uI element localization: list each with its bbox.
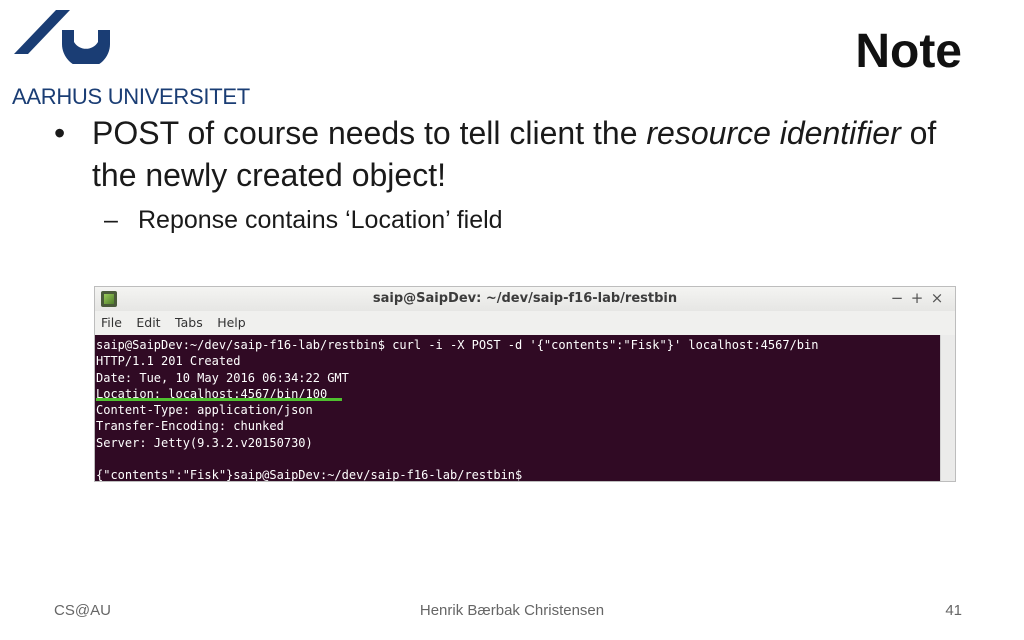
- menu-edit[interactable]: Edit: [136, 315, 160, 330]
- menu-tabs[interactable]: Tabs: [175, 315, 203, 330]
- terminal-output[interactable]: saip@SaipDev:~/dev/saip-f16-lab/restbin$…: [95, 335, 941, 482]
- slide-title: Note: [855, 25, 962, 78]
- terminal-line: Date: Tue, 10 May 2016 06:34:22 GMT: [96, 370, 349, 385]
- footer-author: Henrik Bærbak Christensen: [419, 602, 605, 619]
- terminal-window-title: saip@SaipDev: ~/dev/saip-f16-lab/restbin: [372, 291, 678, 306]
- terminal-window: saip@SaipDev: ~/dev/saip-f16-lab/restbin…: [94, 286, 956, 482]
- terminal-line: Content-Type: application/json: [96, 403, 313, 418]
- aarhus-university-logo: AARHUS UNIVERSITET: [12, 8, 252, 109]
- terminal-line: HTTP/1.1 201 Created: [96, 354, 241, 369]
- window-controls: − + ×: [887, 289, 947, 307]
- terminal-line: saip@SaipDev:~/dev/saip-f16-lab/restbin$…: [96, 338, 819, 352]
- menu-file[interactable]: File: [101, 315, 122, 330]
- bullet-text: POST of course needs to tell client the …: [92, 112, 972, 196]
- close-icon[interactable]: ×: [927, 289, 947, 307]
- location-highlight-underline: [96, 398, 342, 401]
- logo-mark-icon: [14, 10, 110, 64]
- maximize-icon[interactable]: +: [907, 289, 927, 307]
- sub-bullet-item: – Reponse contains ‘Location’ field: [104, 204, 503, 236]
- bullet-text-emphasis: resource identifier: [646, 115, 901, 151]
- page-number: 41: [945, 602, 962, 619]
- terminal-scrollbar[interactable]: [940, 335, 955, 481]
- terminal-titlebar[interactable]: saip@SaipDev: ~/dev/saip-f16-lab/restbin…: [95, 287, 955, 311]
- sub-bullet-text: Reponse contains ‘Location’ field: [138, 206, 503, 234]
- sub-bullet-marker: –: [104, 206, 118, 234]
- minimize-icon[interactable]: −: [887, 289, 907, 307]
- terminal-line: Transfer-Encoding: chunked: [96, 419, 284, 434]
- terminal-menubar: File Edit Tabs Help: [95, 311, 955, 336]
- terminal-line: Server: Jetty(9.3.2.v20150730): [96, 435, 313, 450]
- logo-text: AARHUS UNIVERSITET: [12, 84, 250, 109]
- bullet-text-part1: POST of course needs to tell client the: [92, 115, 647, 151]
- menu-help[interactable]: Help: [217, 315, 246, 330]
- bullet-marker: •: [54, 115, 66, 151]
- terminal-line: {"contents":"Fisk"}saip@SaipDev:~/dev/sa…: [96, 468, 523, 482]
